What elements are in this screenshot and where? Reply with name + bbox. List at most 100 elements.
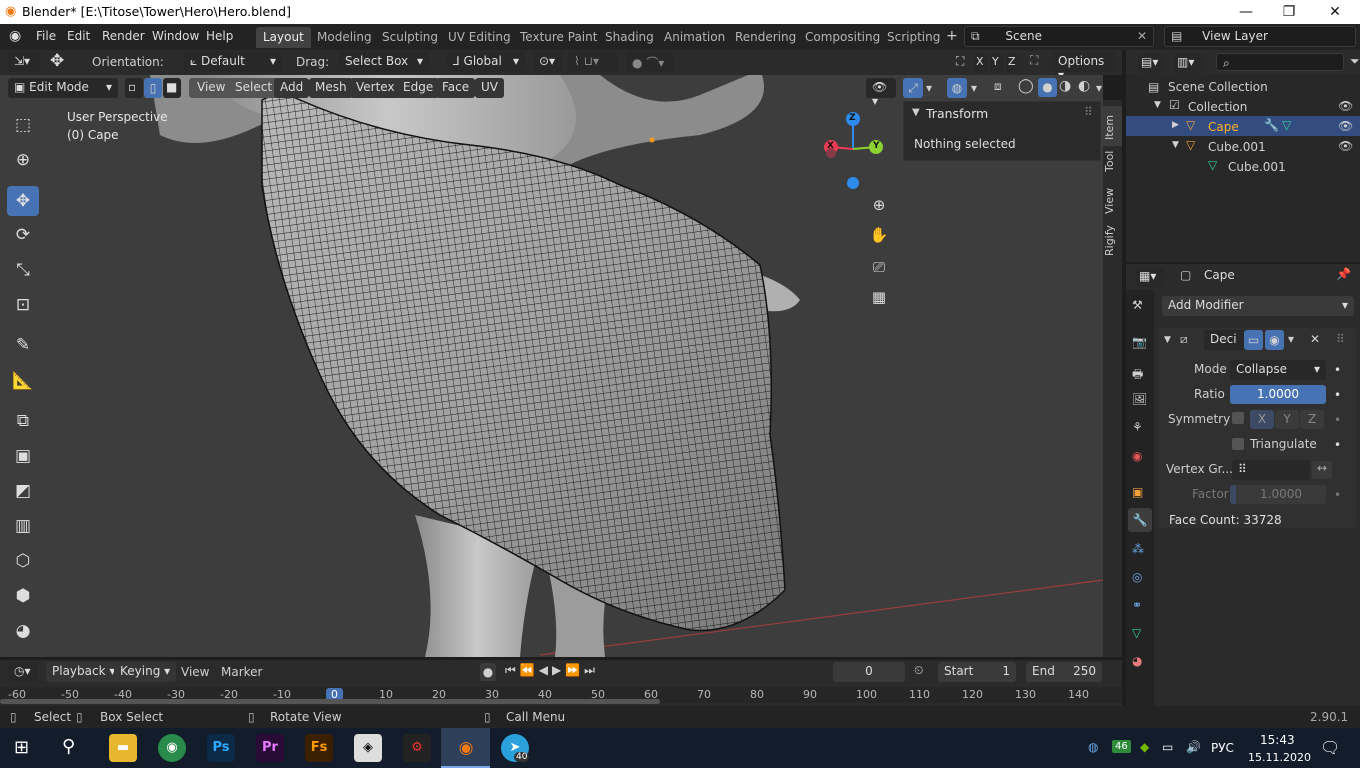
- measure-tool-icon[interactable]: 📐: [7, 366, 39, 396]
- decimate-mode-dropdown[interactable]: Collapse ▾: [1230, 360, 1326, 380]
- show-in-render-icon[interactable]: ◉: [1265, 330, 1284, 350]
- cape-expand-icon[interactable]: ▶: [1172, 120, 1179, 130]
- tab-uv-editing[interactable]: UV Editing: [441, 27, 518, 48]
- scene-selector[interactable]: ⧉ Scene ✕: [964, 26, 1154, 47]
- outliner-row-cape[interactable]: [1126, 116, 1360, 136]
- modifier-expand-icon[interactable]: ▼: [1164, 335, 1171, 345]
- mirror-y-toggle[interactable]: Y: [990, 53, 1004, 73]
- end-frame-field[interactable]: End 250: [1026, 662, 1102, 682]
- drag-dropdown[interactable]: Select Box ▾: [339, 52, 429, 72]
- notifications-icon[interactable]: 🗨: [1320, 738, 1340, 757]
- tab-modeling[interactable]: Modeling: [310, 27, 379, 48]
- pin-icon[interactable]: 📌: [1336, 267, 1351, 281]
- clock-date[interactable]: 15.11.2020: [1248, 751, 1311, 764]
- timeline-view-menu[interactable]: View: [181, 665, 209, 679]
- ratio-slider[interactable]: 1.0000: [1230, 385, 1326, 404]
- playback-controls[interactable]: ⏮⏪◀▶⏩⏭: [505, 663, 599, 678]
- visibility-dropdown[interactable]: 👁▾: [866, 78, 896, 108]
- extrude-tool-icon[interactable]: ⧉: [7, 406, 39, 436]
- proportional-edit-toggle[interactable]: ● ⌒▾: [626, 52, 674, 72]
- invert-vertex-group-icon[interactable]: ↔: [1312, 461, 1332, 479]
- pan-hand-icon[interactable]: ✋: [866, 222, 892, 248]
- collection-checkbox[interactable]: ☑: [1169, 98, 1180, 112]
- particles-tab-icon[interactable]: ⁂: [1132, 542, 1144, 556]
- rotate-tool-icon[interactable]: ⟳: [7, 220, 39, 250]
- keyframe-dot-factor[interactable]: •: [1334, 488, 1341, 502]
- filter-icon[interactable]: ⏷: [1350, 54, 1360, 69]
- shading-dropdown[interactable]: ▾: [1096, 81, 1102, 95]
- face-select-toggle[interactable]: ■: [163, 78, 181, 98]
- snap-toggle[interactable]: ⌇ ⊔▾: [568, 52, 618, 72]
- rendered-shading-icon[interactable]: ◐: [1078, 78, 1090, 94]
- tray-network-icon[interactable]: ◍: [1088, 740, 1098, 754]
- solid-shading-icon[interactable]: ●: [1038, 78, 1057, 97]
- maximize-button[interactable]: ❐: [1266, 0, 1312, 24]
- scene-collection-label[interactable]: Scene Collection: [1168, 80, 1268, 94]
- cursor-tool-icon[interactable]: ⊕: [7, 145, 39, 175]
- vertex-group-field[interactable]: ⠿: [1232, 460, 1310, 480]
- scene-tab-icon[interactable]: ⚘: [1132, 420, 1143, 434]
- spin-tool-icon[interactable]: ◕: [7, 616, 39, 646]
- poly-build-tool-icon[interactable]: ⬢: [7, 581, 39, 611]
- collection-expand-icon[interactable]: ▼: [1154, 100, 1161, 110]
- symmetry-y-button[interactable]: Y: [1275, 410, 1299, 429]
- remove-modifier-icon[interactable]: ✕: [1310, 332, 1320, 346]
- view-layer-tab-icon[interactable]: 🖼: [1132, 392, 1147, 406]
- data-tab-icon[interactable]: ▽: [1132, 626, 1141, 640]
- 3d-viewport[interactable]: User Perspective (0) Cape Z Y X ⊕ ✋ ⎚ ▦: [0, 75, 1103, 657]
- material-shading-icon[interactable]: ◑: [1059, 78, 1071, 94]
- playback-menu[interactable]: Playback ▾: [46, 662, 122, 682]
- panel-collapse-icon[interactable]: ▼: [912, 107, 920, 118]
- show-in-viewport-icon[interactable]: ▭: [1244, 330, 1263, 350]
- zoom-icon[interactable]: ⊕: [866, 192, 892, 218]
- collection-label[interactable]: Collection: [1188, 100, 1247, 114]
- transform-panel-title[interactable]: Transform: [926, 106, 988, 121]
- tab-texture-paint[interactable]: Texture Paint: [513, 27, 604, 48]
- drag-handle-icon[interactable]: ⠿: [1084, 105, 1093, 119]
- minimize-button[interactable]: —: [1223, 0, 1269, 24]
- pivot-point-dropdown[interactable]: ⊙▾: [533, 52, 563, 72]
- sidebar-tab-tool[interactable]: Tool: [1103, 148, 1122, 178]
- tab-scripting[interactable]: Scripting: [880, 27, 947, 48]
- outliner-display-mode[interactable]: ▥▾: [1174, 53, 1204, 73]
- menu-face[interactable]: Face: [436, 78, 476, 98]
- tab-layout[interactable]: Layout: [256, 27, 311, 48]
- menu-uv[interactable]: UV: [475, 78, 504, 98]
- xray-toggle-icon[interactable]: ⧈: [994, 79, 1002, 94]
- constraints-tab-icon[interactable]: ⚭: [1132, 598, 1142, 612]
- keyframe-dot-ratio[interactable]: •: [1334, 388, 1341, 402]
- record-icon[interactable]: ●: [480, 663, 496, 681]
- mirror-x-toggle[interactable]: X: [974, 53, 988, 73]
- ortho-grid-icon[interactable]: ▦: [866, 284, 892, 310]
- taskbar-search-icon[interactable]: ⚲: [62, 736, 75, 757]
- wireframe-shading-icon[interactable]: ◯: [1018, 78, 1034, 94]
- symmetry-x-button[interactable]: X: [1250, 410, 1274, 429]
- triangulate-checkbox[interactable]: [1232, 438, 1244, 450]
- modifier-menu-icon[interactable]: ▾: [1288, 332, 1294, 346]
- options-dropdown[interactable]: Options ▾: [1052, 52, 1116, 82]
- menu-edge[interactable]: Edge: [397, 78, 440, 98]
- tab-rendering[interactable]: Rendering: [728, 27, 803, 48]
- tab-compositing[interactable]: Compositing: [798, 27, 887, 48]
- symmetry-z-button[interactable]: Z: [1300, 410, 1324, 429]
- camera-view-icon[interactable]: ⎚: [866, 254, 892, 280]
- annotate-tool-icon[interactable]: ✎: [7, 330, 39, 360]
- view-layer-selector[interactable]: ▤ View Layer: [1164, 26, 1356, 47]
- material-tab-icon[interactable]: ◕: [1132, 654, 1142, 668]
- menu-file[interactable]: File: [36, 29, 56, 43]
- photoshop-icon[interactable]: Ps: [207, 734, 235, 762]
- cape-visibility-icon[interactable]: 👁: [1338, 119, 1353, 133]
- fuse-icon[interactable]: Fs: [305, 734, 333, 762]
- topology-mirror-icon[interactable]: ⛶: [1030, 53, 1038, 68]
- unity-icon[interactable]: ◈: [354, 734, 382, 762]
- inset-tool-icon[interactable]: ▣: [7, 441, 39, 471]
- vertex-select-toggle[interactable]: ▫: [125, 78, 143, 98]
- bevel-tool-icon[interactable]: ◩: [7, 476, 39, 506]
- cube-expand-icon[interactable]: ▼: [1172, 140, 1179, 150]
- menu-select[interactable]: Select: [227, 78, 281, 98]
- keyboard-language[interactable]: РУС: [1211, 741, 1234, 755]
- factor-field[interactable]: 1.0000: [1230, 485, 1326, 504]
- overlay-toggle-icon[interactable]: ◍: [947, 78, 967, 98]
- knife-tool-icon[interactable]: ⬡: [7, 546, 39, 576]
- outliner-search-input[interactable]: ⌕: [1216, 53, 1344, 71]
